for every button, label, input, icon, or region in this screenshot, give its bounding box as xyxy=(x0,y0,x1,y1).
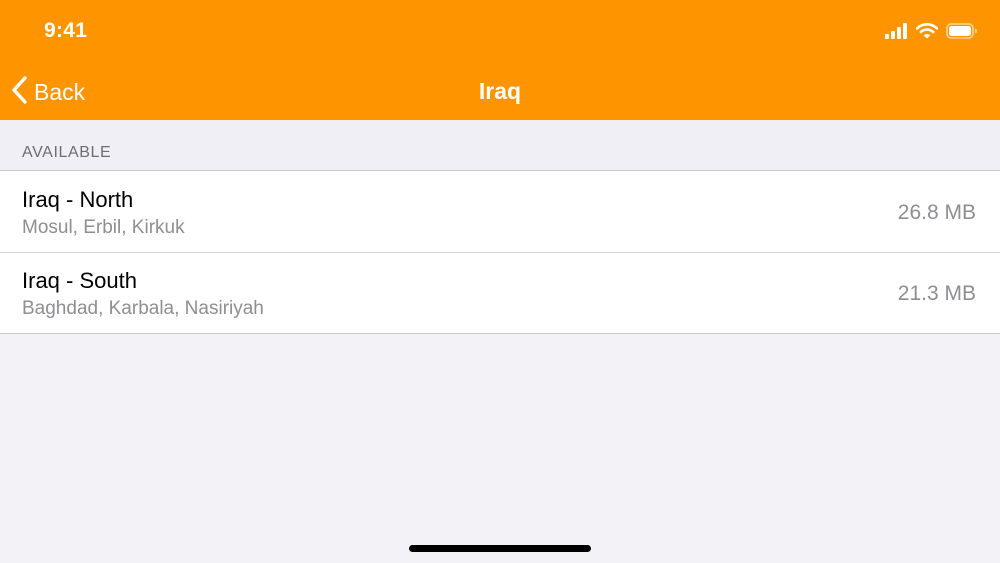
list-item-title: Iraq - South xyxy=(22,268,137,293)
status-time: 9:41 xyxy=(44,19,88,42)
list-item-subtitle: Baghdad, Karbala, Nasiriyah xyxy=(22,298,264,319)
navigation-header: 9:41 Back Iraq xyxy=(0,0,1000,120)
list-item[interactable]: Iraq - North Mosul, Erbil, Kirkuk 26.8 M… xyxy=(0,171,1000,252)
page-title: Iraq xyxy=(478,78,522,104)
region-list: Iraq - North Mosul, Erbil, Kirkuk 26.8 M… xyxy=(0,170,1000,334)
home-indicator[interactable] xyxy=(409,545,591,552)
cellular-signal-icon xyxy=(885,23,909,39)
list-item-size: 21.3 MB xyxy=(897,282,976,305)
status-icons xyxy=(885,21,978,41)
section-header xyxy=(0,120,1000,170)
battery-icon xyxy=(946,23,978,39)
list-item-title: Iraq - North xyxy=(22,187,134,212)
section-title: AVAILABLE xyxy=(22,144,112,161)
wifi-icon xyxy=(916,23,938,39)
list-item[interactable]: Iraq - South Baghdad, Karbala, Nasiriyah… xyxy=(0,252,1000,333)
list-item-subtitle: Mosul, Erbil, Kirkuk xyxy=(22,217,185,238)
list-item-size: 26.8 MB xyxy=(897,201,976,224)
